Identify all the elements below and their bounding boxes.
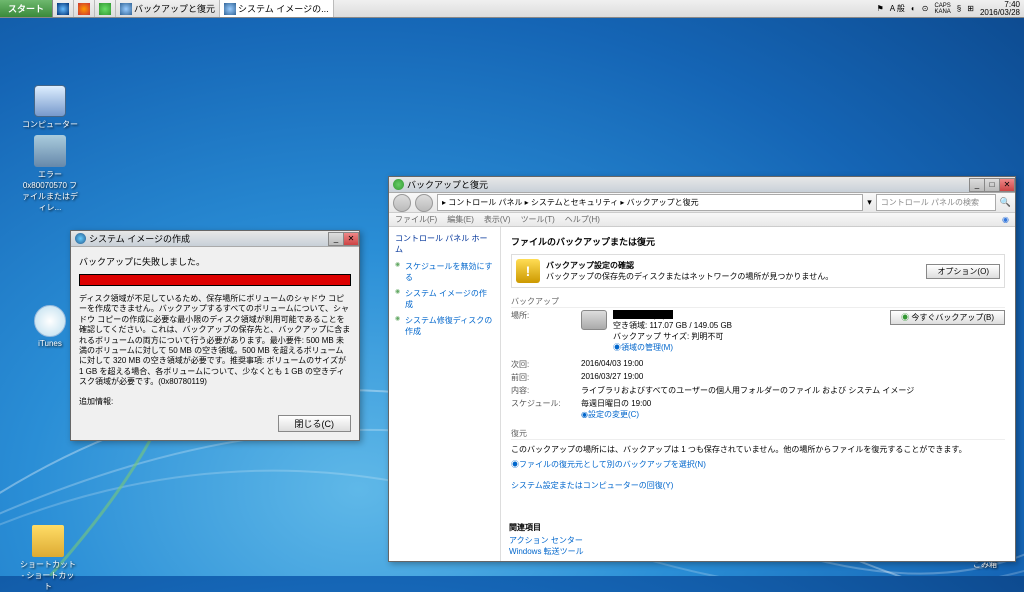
taskbar-clock[interactable]: 7:40 2016/03/28	[980, 1, 1020, 17]
itunes-icon	[34, 305, 66, 337]
additional-info-label: 追加情報:	[79, 396, 351, 407]
warning-icon	[516, 259, 540, 283]
taskbar-quick-ie[interactable]	[53, 0, 74, 17]
taskbar-item-system-image[interactable]: システム イメージの...	[220, 0, 334, 17]
schedule-label: スケジュール:	[511, 398, 581, 420]
warning-text: バックアップの保存先のディスクまたはネットワークの場所が見つかりません。	[546, 272, 833, 281]
menu-bar: ファイル(F) 編集(E) 表示(V) ツール(T) ヘルプ(H) ◉	[389, 213, 1015, 227]
tray-network-icon[interactable]: ⊙	[922, 4, 929, 13]
nav-toolbar: ▸ コントロール パネル ▸ システムとセキュリティ ▸ バックアップと復元 ▾…	[389, 193, 1015, 213]
schedule-value: 毎週日曜日の 19:00◉設定の変更(C)	[581, 398, 1005, 420]
help-icon[interactable]: ◉	[1002, 215, 1009, 224]
sidebar-create-repair-disc[interactable]: システム修復ディスクの作成	[395, 315, 494, 337]
window-icon	[393, 179, 404, 190]
menu-view[interactable]: 表示(V)	[484, 214, 511, 225]
close-button[interactable]: ✕	[343, 232, 359, 246]
warning-banner: バックアップ設定の確認 バックアップの保存先のディスクまたはネットワークの場所が…	[511, 254, 1005, 288]
window-icon	[75, 233, 86, 244]
next-label: 次回:	[511, 359, 581, 370]
folder-icon	[32, 525, 64, 557]
file-icon	[34, 135, 66, 167]
breadcrumb[interactable]: ▸ コントロール パネル ▸ システムとセキュリティ ▸ バックアップと復元	[437, 194, 863, 211]
backup-now-button[interactable]: ◉ 今すぐバックアップ(B)	[890, 310, 1005, 325]
main-panel: ファイルのバックアップまたは復元 バックアップ設定の確認 バックアップの保存先の…	[501, 227, 1015, 561]
error-heading: バックアップに失敗しました。	[79, 255, 351, 268]
menu-file[interactable]: ファイル(F)	[395, 214, 437, 225]
titlebar[interactable]: システム イメージの作成 _ ✕	[71, 231, 359, 247]
content-label: 内容:	[511, 385, 581, 396]
desktop-icon-error-file[interactable]: エラー 0x80070570 ファイルまたはディレ...	[20, 135, 80, 213]
backup-section-header: バックアップ	[511, 296, 1005, 308]
start-button[interactable]: スタート	[0, 0, 53, 17]
sidebar-disable-schedule[interactable]: スケジュールを無効にする	[395, 261, 494, 283]
tray-caps: CAPSKANA	[934, 3, 950, 15]
ime-status[interactable]: A 般	[890, 3, 905, 14]
restore-system-link[interactable]: システム設定またはコンピューターの回復(Y)	[511, 480, 1005, 491]
breadcrumb-dropdown-icon[interactable]: ▾	[867, 197, 872, 208]
taskbar-quick-firefox[interactable]	[74, 0, 95, 17]
minimize-button[interactable]: _	[328, 232, 344, 246]
window-title: システム イメージの作成	[89, 232, 190, 245]
menu-edit[interactable]: 編集(E)	[447, 214, 474, 225]
drive-name: 外付け160 (E:)	[613, 310, 673, 319]
page-heading: ファイルのバックアップまたは復元	[511, 235, 1005, 248]
minimize-button[interactable]: _	[969, 178, 985, 192]
computer-icon	[34, 85, 66, 117]
sidebar: コントロール パネル ホーム スケジュールを無効にする システム イメージの作成…	[389, 227, 501, 561]
location-label: 場所:	[511, 310, 581, 357]
content-value: ライブラリおよびすべてのユーザーの個人用フォルダーのファイル および システム …	[581, 385, 1005, 396]
desktop-icon-computer[interactable]: コンピューター	[20, 85, 80, 130]
manage-space-link[interactable]: ◉領域の管理(M)	[613, 342, 732, 353]
prev-value: 2016/03/27 19:00	[581, 372, 1005, 383]
window-title: バックアップと復元	[407, 178, 488, 191]
restore-select-backup-link[interactable]: ◉ファイルの復元元として別のバックアップを選択(N)	[511, 459, 1005, 470]
related-action-center[interactable]: アクション センター	[509, 535, 584, 546]
warning-title: バックアップ設定の確認	[546, 260, 920, 271]
sidebar-home-link[interactable]: コントロール パネル ホーム	[395, 233, 494, 255]
related-header: 関連項目	[509, 522, 584, 533]
backup-restore-window: バックアップと復元 _ □ ✕ ▸ コントロール パネル ▸ システムとセキュリ…	[388, 176, 1016, 562]
taskbar-quick-app[interactable]	[95, 0, 116, 17]
taskbar-item-backup[interactable]: バックアップと復元	[116, 0, 220, 17]
drive-icon	[581, 310, 607, 330]
tray-flag-icon[interactable]: ⚑	[877, 4, 884, 13]
prev-label: 前回:	[511, 372, 581, 383]
search-icon[interactable]: 🔍	[1000, 197, 1011, 208]
drive-free-space: 空き領域: 117.07 GB / 149.05 GB	[613, 320, 732, 331]
tray-help-icon[interactable]: ◐	[911, 4, 916, 13]
taskbar: スタート バックアップと復元 システム イメージの... ⚑ A 般 ◐ ⊙ C…	[0, 0, 1024, 18]
tray-volume-icon[interactable]: §	[957, 4, 961, 13]
close-button[interactable]: ✕	[999, 178, 1015, 192]
sidebar-create-image[interactable]: システム イメージの作成	[395, 288, 494, 310]
close-dialog-button[interactable]: 閉じる(C)	[278, 415, 352, 432]
error-progress-bar	[79, 274, 351, 286]
system-tray: ⚑ A 般 ◐ ⊙ CAPSKANA § ⊞ 7:40 2016/03/28	[877, 0, 1024, 17]
tray-expand-icon[interactable]: ⊞	[967, 4, 974, 13]
search-input[interactable]: コントロール パネルの検索	[876, 194, 996, 211]
next-value: 2016/04/03 19:00	[581, 359, 1005, 370]
change-settings-link[interactable]: ◉設定の変更(C)	[581, 410, 639, 419]
related-links: 関連項目 アクション センター Windows 転送ツール	[509, 522, 584, 557]
maximize-button[interactable]: □	[984, 178, 1000, 192]
forward-button[interactable]	[415, 194, 433, 212]
options-button[interactable]: オプション(O)	[926, 264, 1000, 279]
restore-section-header: 復元	[511, 428, 1005, 440]
related-easy-transfer[interactable]: Windows 転送ツール	[509, 546, 584, 557]
menu-help[interactable]: ヘルプ(H)	[565, 214, 600, 225]
back-button[interactable]	[393, 194, 411, 212]
error-message: ディスク領域が不足しているため、保存場所にボリュームのシャドウ コピーを作成でき…	[79, 294, 351, 388]
backup-size: バックアップ サイズ: 判明不可	[613, 331, 732, 342]
system-image-error-dialog: システム イメージの作成 _ ✕ バックアップに失敗しました。 ディスク領域が不…	[70, 230, 360, 441]
desktop-icon-shortcut[interactable]: ショートカット - ショートカット	[18, 525, 78, 592]
restore-description: このバックアップの場所には、バックアップは 1 つも保存されていません。他の場所…	[511, 444, 1005, 455]
menu-tools[interactable]: ツール(T)	[521, 214, 555, 225]
titlebar[interactable]: バックアップと復元 _ □ ✕	[389, 177, 1015, 193]
